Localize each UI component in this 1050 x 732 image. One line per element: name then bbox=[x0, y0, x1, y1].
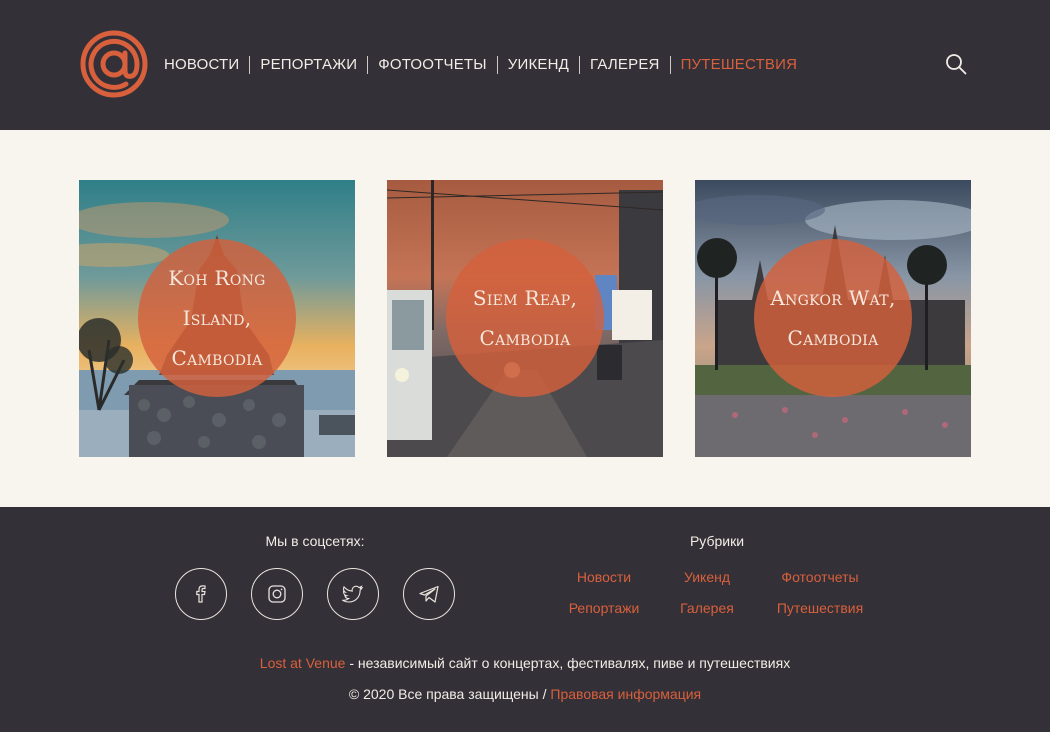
travel-cards-section: Koh Rong Island, Cambodia Siem Reap, Cam… bbox=[0, 130, 1050, 507]
card-title-badge: Koh Rong Island, Cambodia bbox=[138, 239, 296, 397]
travel-card-siem-reap[interactable]: Siem Reap, Cambodia bbox=[387, 180, 663, 457]
nav-item-reports[interactable]: РЕПОРТАЖИ bbox=[260, 55, 357, 75]
card-title: Koh Rong Island, Cambodia bbox=[168, 266, 266, 370]
twitter-icon bbox=[342, 585, 364, 603]
nav-divider bbox=[496, 56, 498, 74]
nav-divider bbox=[579, 56, 581, 74]
nav-item-gallery[interactable]: ГАЛЕРЕЯ bbox=[590, 55, 660, 75]
card-title-badge: Siem Reap, Cambodia bbox=[446, 239, 604, 397]
rubric-link-photo-reports[interactable]: Фотоотчеты bbox=[760, 569, 880, 585]
rubric-link-travel[interactable]: Путешествия bbox=[760, 600, 880, 616]
copyright-text: © 2020 Все права защищены / bbox=[348, 686, 551, 702]
nav-divider bbox=[367, 56, 369, 74]
at-sign-logo[interactable] bbox=[80, 30, 148, 98]
site-about-line: Lost at Venue - независимый сайт о конце… bbox=[0, 655, 1050, 671]
rubrics-section-title: Рубрики bbox=[689, 533, 745, 549]
rubric-link-gallery[interactable]: Галерея bbox=[647, 600, 767, 616]
nav-divider bbox=[249, 56, 251, 74]
twitter-link[interactable] bbox=[327, 568, 379, 620]
rubric-link-news[interactable]: Новости bbox=[544, 569, 664, 585]
search-icon[interactable] bbox=[944, 52, 968, 76]
telegram-icon bbox=[419, 585, 439, 603]
instagram-icon bbox=[268, 585, 286, 603]
instagram-link[interactable] bbox=[251, 568, 303, 620]
site-header: НОВОСТИ РЕПОРТАЖИ ФОТООТЧЕТЫ УИКЕНД ГАЛЕ… bbox=[0, 0, 1050, 130]
facebook-icon bbox=[196, 585, 206, 603]
social-section-title: Мы в соцсетях: bbox=[265, 533, 365, 549]
copyright-line: © 2020 Все права защищены / Правовая инф… bbox=[0, 686, 1050, 702]
card-title: Angkor Wat, Cambodia bbox=[770, 286, 896, 350]
nav-divider bbox=[669, 56, 671, 74]
travel-card-angkor-wat[interactable]: Angkor Wat, Cambodia bbox=[695, 180, 971, 457]
facebook-link[interactable] bbox=[175, 568, 227, 620]
rubric-link-weekend[interactable]: Уикенд bbox=[647, 569, 767, 585]
card-title-badge: Angkor Wat, Cambodia bbox=[754, 239, 912, 397]
site-description: - независимый сайт о концертах, фестивал… bbox=[345, 655, 791, 671]
site-footer: Мы в соцсетях: Рубрики Новости Уикенд Фо… bbox=[0, 507, 1050, 732]
legal-info-link[interactable]: Правовая информация bbox=[550, 686, 701, 702]
nav-item-weekend[interactable]: УИКЕНД bbox=[508, 55, 569, 75]
telegram-link[interactable] bbox=[403, 568, 455, 620]
rubric-link-reports[interactable]: Репортажи bbox=[544, 600, 664, 616]
nav-item-news[interactable]: НОВОСТИ bbox=[164, 55, 239, 75]
nav-item-photo-reports[interactable]: ФОТООТЧЕТЫ bbox=[378, 55, 487, 75]
card-title: Siem Reap, Cambodia bbox=[472, 286, 578, 350]
main-nav: НОВОСТИ РЕПОРТАЖИ ФОТООТЧЕТЫ УИКЕНД ГАЛЕ… bbox=[164, 54, 797, 76]
nav-item-travel[interactable]: ПУТЕШЕСТВИЯ bbox=[681, 55, 798, 75]
travel-card-koh-rong[interactable]: Koh Rong Island, Cambodia bbox=[79, 180, 355, 457]
site-name-link[interactable]: Lost at Venue bbox=[260, 655, 346, 671]
